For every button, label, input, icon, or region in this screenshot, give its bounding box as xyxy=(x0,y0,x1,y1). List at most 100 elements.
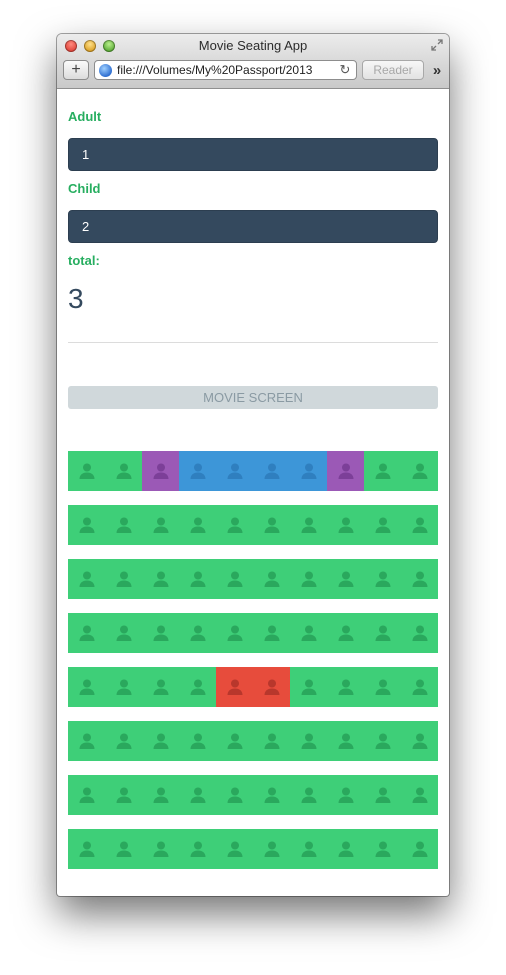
seat-available[interactable] xyxy=(68,775,105,815)
person-icon xyxy=(301,787,316,803)
seat-available[interactable] xyxy=(364,721,401,761)
seat-available[interactable] xyxy=(105,613,142,653)
seat-selected[interactable] xyxy=(216,451,253,491)
seat-available[interactable] xyxy=(327,775,364,815)
seat-row xyxy=(68,829,438,869)
child-input[interactable]: 2 xyxy=(68,210,438,243)
seat-available[interactable] xyxy=(401,451,438,491)
seat-available[interactable] xyxy=(179,775,216,815)
seat-selected[interactable] xyxy=(253,451,290,491)
seat-available[interactable] xyxy=(179,667,216,707)
seat-available[interactable] xyxy=(327,721,364,761)
seat-available[interactable] xyxy=(179,613,216,653)
reload-icon[interactable]: ↻ xyxy=(337,62,353,78)
seat-available[interactable] xyxy=(68,721,105,761)
seat-available[interactable] xyxy=(216,721,253,761)
seat-available[interactable] xyxy=(401,559,438,599)
seat-available[interactable] xyxy=(68,667,105,707)
seat-available[interactable] xyxy=(364,829,401,869)
seat-available[interactable] xyxy=(253,613,290,653)
seat-taken[interactable] xyxy=(253,667,290,707)
seat-available[interactable] xyxy=(401,505,438,545)
reader-button[interactable]: Reader xyxy=(362,60,424,80)
seat-available[interactable] xyxy=(290,721,327,761)
seat-available[interactable] xyxy=(179,559,216,599)
seat-row xyxy=(68,451,438,491)
seat-available[interactable] xyxy=(364,613,401,653)
seat-available[interactable] xyxy=(253,559,290,599)
seat-available[interactable] xyxy=(142,505,179,545)
seat-available[interactable] xyxy=(290,613,327,653)
seat-available[interactable] xyxy=(216,505,253,545)
seat-available[interactable] xyxy=(68,505,105,545)
seat-available[interactable] xyxy=(105,505,142,545)
seat-available[interactable] xyxy=(364,559,401,599)
seat-available[interactable] xyxy=(142,829,179,869)
seat-available[interactable] xyxy=(401,829,438,869)
seat-available[interactable] xyxy=(105,721,142,761)
person-icon xyxy=(153,679,168,695)
seat-available[interactable] xyxy=(105,775,142,815)
seat-available[interactable] xyxy=(327,505,364,545)
seat-available[interactable] xyxy=(364,451,401,491)
person-icon xyxy=(301,841,316,857)
seat-row xyxy=(68,505,438,545)
seat-available[interactable] xyxy=(364,667,401,707)
fullscreen-icon[interactable] xyxy=(431,39,443,51)
seat-available[interactable] xyxy=(327,667,364,707)
add-bookmark-button[interactable]: + xyxy=(63,60,89,80)
seat-available[interactable] xyxy=(253,775,290,815)
seat-available[interactable] xyxy=(290,559,327,599)
seat-taken[interactable] xyxy=(216,667,253,707)
seat-selected[interactable] xyxy=(290,451,327,491)
seat-available[interactable] xyxy=(105,667,142,707)
movie-screen: MOVIE SCREEN xyxy=(68,386,438,409)
seat-available[interactable] xyxy=(142,613,179,653)
person-icon xyxy=(190,679,205,695)
seat-available[interactable] xyxy=(401,667,438,707)
seat-available[interactable] xyxy=(401,721,438,761)
seat-purple[interactable] xyxy=(327,451,364,491)
person-icon xyxy=(116,571,131,587)
seat-purple[interactable] xyxy=(142,451,179,491)
seat-available[interactable] xyxy=(142,775,179,815)
seat-available[interactable] xyxy=(253,505,290,545)
seat-available[interactable] xyxy=(364,505,401,545)
seat-selected[interactable] xyxy=(179,451,216,491)
seat-available[interactable] xyxy=(327,559,364,599)
seat-available[interactable] xyxy=(142,559,179,599)
seat-available[interactable] xyxy=(68,613,105,653)
seat-available[interactable] xyxy=(179,505,216,545)
adult-input[interactable]: 1 xyxy=(68,138,438,171)
seat-available[interactable] xyxy=(253,829,290,869)
seat-available[interactable] xyxy=(142,721,179,761)
seat-available[interactable] xyxy=(401,613,438,653)
seat-available[interactable] xyxy=(216,775,253,815)
seat-available[interactable] xyxy=(179,829,216,869)
seat-available[interactable] xyxy=(327,613,364,653)
seat-available[interactable] xyxy=(216,559,253,599)
seat-available[interactable] xyxy=(290,667,327,707)
person-icon xyxy=(301,463,316,479)
seat-available[interactable] xyxy=(290,505,327,545)
person-icon xyxy=(190,571,205,587)
seat-available[interactable] xyxy=(105,559,142,599)
seat-available[interactable] xyxy=(290,829,327,869)
seat-available[interactable] xyxy=(142,667,179,707)
seat-available[interactable] xyxy=(253,721,290,761)
overflow-chevron-icon[interactable]: » xyxy=(429,62,445,79)
seat-available[interactable] xyxy=(68,451,105,491)
seat-available[interactable] xyxy=(401,775,438,815)
address-bar[interactable]: file:///Volumes/My%20Passport/2013 ↻ xyxy=(94,60,357,80)
person-icon xyxy=(190,625,205,641)
seat-available[interactable] xyxy=(216,613,253,653)
seat-available[interactable] xyxy=(179,721,216,761)
seat-available[interactable] xyxy=(327,829,364,869)
seat-available[interactable] xyxy=(290,775,327,815)
seat-available[interactable] xyxy=(105,829,142,869)
seat-available[interactable] xyxy=(68,559,105,599)
seat-available[interactable] xyxy=(105,451,142,491)
seat-available[interactable] xyxy=(364,775,401,815)
seat-available[interactable] xyxy=(68,829,105,869)
seat-available[interactable] xyxy=(216,829,253,869)
